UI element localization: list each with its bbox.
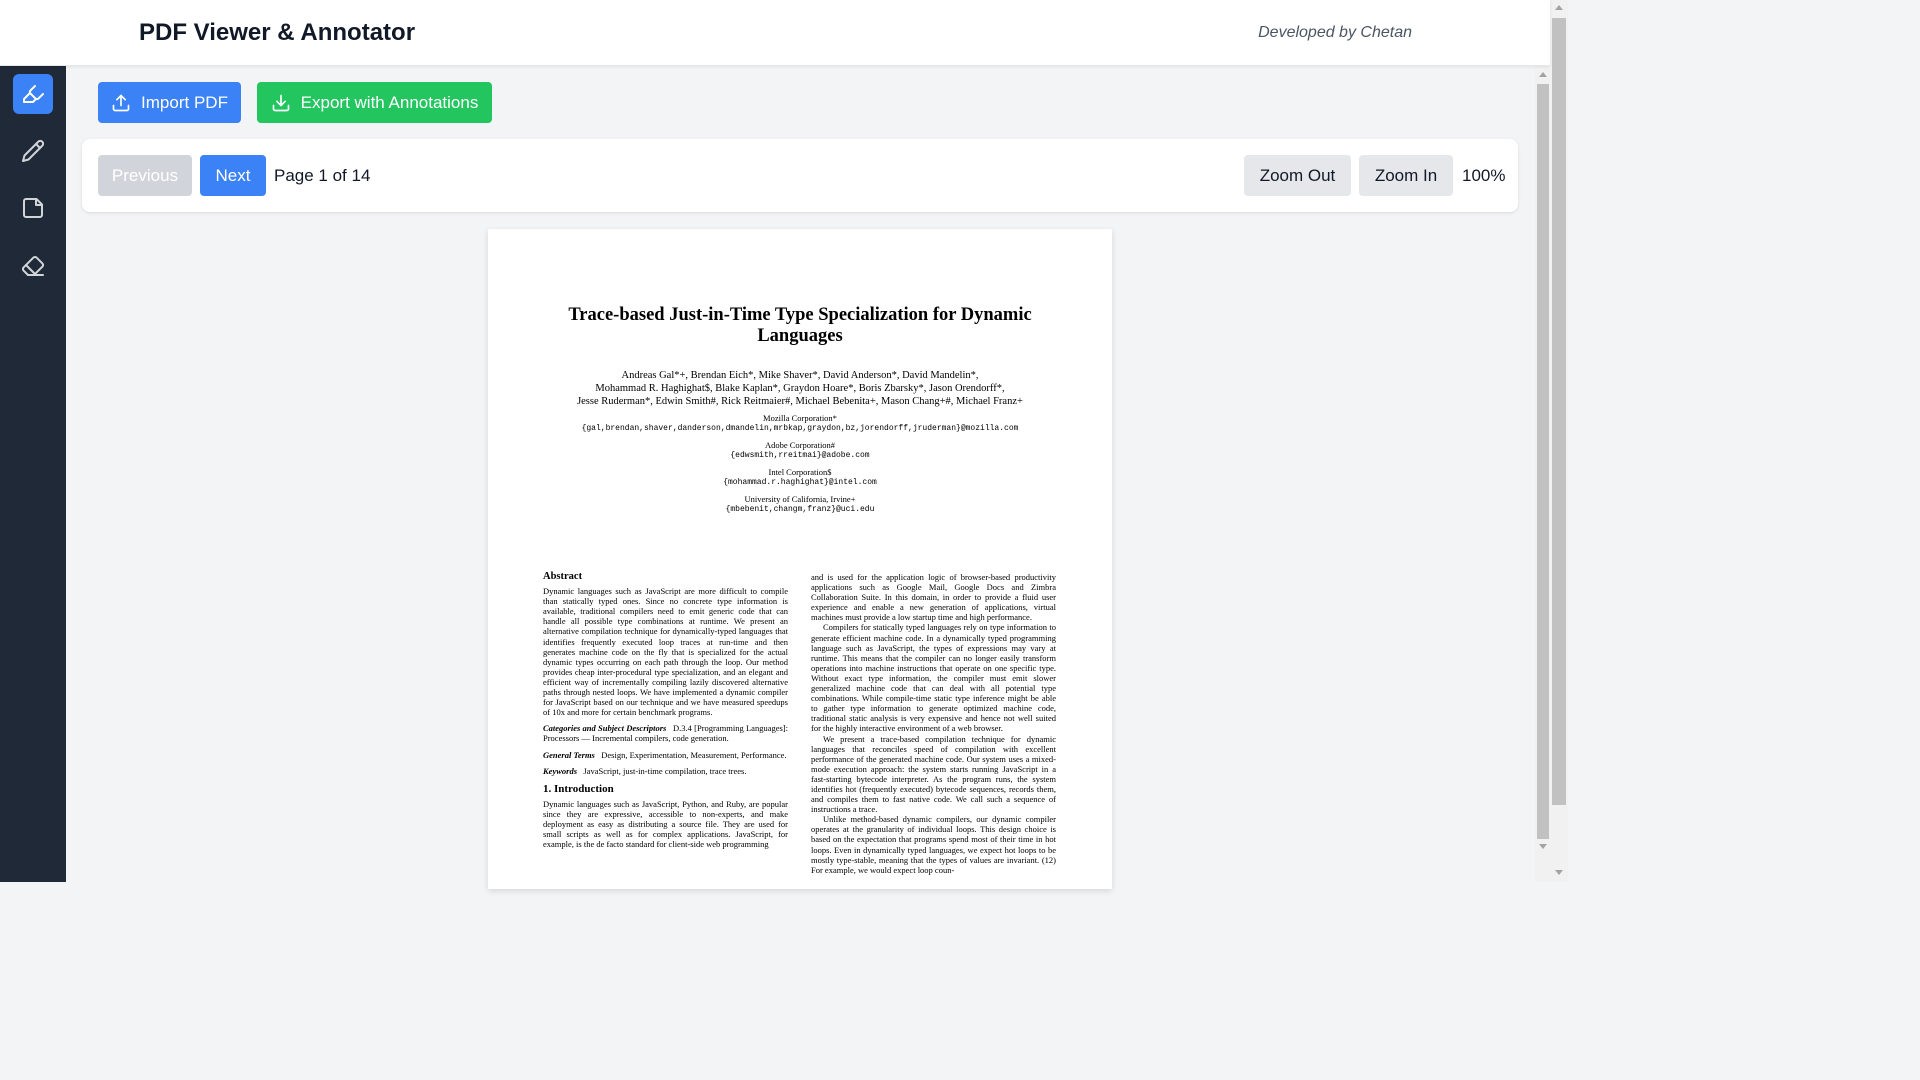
keywords-text: JavaScript, just-in-time compilation, tr…: [583, 765, 747, 776]
window-scroll-up-arrow[interactable]: [1555, 5, 1563, 10]
paper-left-column: Abstract Dynamic languages such as JavaS…: [543, 571, 788, 855]
page-indicator: Page 1 of 14: [274, 166, 371, 185]
draw-tool-button[interactable]: [13, 131, 53, 171]
tool-sidebar: [0, 66, 66, 882]
window-scroll-down-arrow[interactable]: [1555, 870, 1563, 875]
affiliation: University of California, Irvine+ {mbebe…: [508, 494, 1092, 515]
page-navigation-bar: Previous Next Page 1 of 14 Zoom Out Zoom…: [82, 139, 1518, 212]
export-annotations-button[interactable]: Export with Annotations: [257, 82, 492, 123]
content-scroll-up-arrow[interactable]: [1539, 72, 1547, 77]
highlighter-icon: [23, 85, 44, 103]
terms-text: Design, Experimentation, Measurement, Pe…: [601, 749, 787, 760]
upload-icon: [112, 94, 130, 111]
body-paragraph: and is used for the application logic of…: [811, 572, 1056, 623]
authors-line: Mohammad R. Haghighat$, Blake Kaplan*, G…: [595, 383, 1005, 394]
affiliation: Mozilla Corporation* {gal,brendan,shaver…: [508, 413, 1092, 434]
introduction-heading: 1. Introduction: [543, 782, 614, 795]
import-pdf-button[interactable]: Import PDF: [98, 82, 241, 123]
affiliation-email: {mbebenit,changm,franz}@uci.edu: [725, 504, 875, 514]
body-paragraph: We present a trace-based compilation tec…: [811, 733, 1056, 815]
paper-authors: Andreas Gal*+, Brendan Eich*, Mike Shave…: [508, 369, 1092, 408]
eraser-tool-button[interactable]: [13, 246, 53, 286]
affiliation-org: Adobe Corporation#: [764, 440, 836, 450]
export-annotations-label: Export with Annotations: [300, 92, 479, 112]
sticky-note-icon: [23, 198, 43, 218]
content-scroll-down-arrow[interactable]: [1539, 844, 1547, 849]
keywords-label: Keywords: [543, 765, 577, 776]
paper-title: Trace-based Just-in-Time Type Specializa…: [568, 305, 1032, 346]
keywords-block: Keywords JavaScript, just-in-time compil…: [543, 766, 788, 776]
content-scrollbar-thumb[interactable]: [1537, 84, 1549, 839]
affiliation-org: Mozilla Corporation*: [763, 413, 837, 423]
note-tool-button[interactable]: [13, 188, 53, 228]
developer-credit: Developed by Chetan: [1258, 24, 1412, 41]
authors-line: Andreas Gal*+, Brendan Eich*, Mike Shave…: [621, 370, 979, 381]
affiliation-org: Intel Corporation$: [768, 467, 832, 477]
paper-right-column: and is used for the application logic of…: [811, 572, 1056, 875]
paper-affiliations: Mozilla Corporation* {gal,brendan,shaver…: [508, 413, 1092, 521]
zoom-level: 100%: [1462, 166, 1506, 185]
introduction-text: Dynamic languages such as JavaScript, Py…: [543, 798, 788, 850]
import-pdf-label: Import PDF: [141, 92, 228, 112]
categories-label: Categories and Subject Descriptors: [543, 723, 667, 734]
affiliation-email: {mohammad.r.haghighat}@intel.com: [723, 477, 877, 487]
affiliation-email: {gal,brendan,shaver,danderson,dmandelin,…: [581, 423, 1019, 433]
pencil-icon: [22, 139, 45, 162]
terms-label: General Terms: [543, 749, 595, 760]
affiliation: Intel Corporation$ {mohammad.r.haghighat…: [508, 467, 1092, 488]
affiliation-email: {edwsmith,rreitmai}@adobe.com: [730, 450, 870, 460]
affiliation-org: University of California, Irvine+: [744, 494, 856, 504]
app-header: PDF Viewer & Annotator Developed by Chet…: [0, 0, 1550, 66]
download-icon: [272, 94, 289, 111]
categories-block: Categories and Subject Descriptors D.3.4…: [543, 723, 788, 743]
previous-page-button[interactable]: Previous: [98, 155, 192, 196]
eraser-icon: [21, 255, 45, 276]
pdf-page[interactable]: Trace-based Just-in-Time Type Specializa…: [488, 229, 1112, 889]
terms-block: General Terms Design, Experimentation, M…: [543, 750, 788, 760]
body-paragraph: Compilers for statically typed languages…: [811, 622, 1056, 734]
zoom-in-button[interactable]: Zoom In: [1359, 155, 1453, 196]
body-paragraph: Unlike method-based dynamic compilers, o…: [811, 814, 1056, 875]
window-scrollbar-thumb[interactable]: [1552, 18, 1566, 805]
next-page-button[interactable]: Next: [200, 155, 266, 196]
authors-line: Jesse Ruderman*, Edwin Smith#, Rick Reit…: [577, 396, 1023, 407]
abstract-text: Dynamic languages such as JavaScript are…: [543, 586, 788, 718]
affiliation: Adobe Corporation# {edwsmith,rreitmai}@a…: [508, 440, 1092, 461]
zoom-out-button[interactable]: Zoom Out: [1244, 155, 1351, 196]
highlight-tool-button[interactable]: [13, 74, 53, 114]
abstract-heading: Abstract: [543, 571, 583, 582]
app-title: PDF Viewer & Annotator: [139, 19, 416, 46]
